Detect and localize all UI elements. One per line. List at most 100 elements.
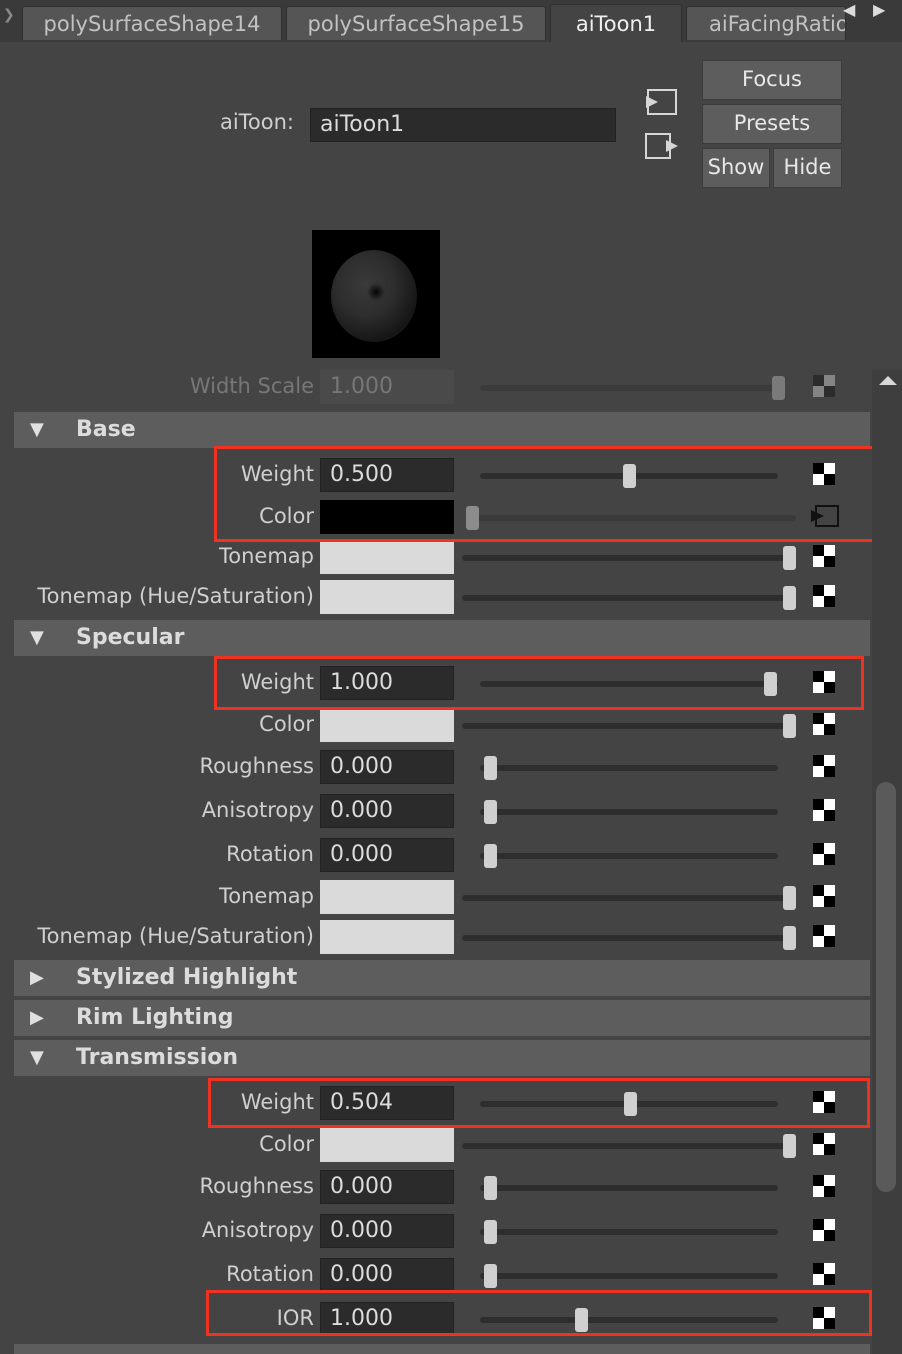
scroll-up-arrow-icon[interactable] xyxy=(879,376,897,385)
section-transmission[interactable]: ▼ Transmission xyxy=(14,1040,870,1076)
trans-color-map-icon[interactable] xyxy=(813,1133,835,1155)
expand-down-icon[interactable]: ▼ xyxy=(30,1040,44,1076)
spec-tonemap-swatch[interactable] xyxy=(320,880,454,914)
material-swatch-preview[interactable] xyxy=(312,230,440,358)
output-connections-icon[interactable] xyxy=(644,130,678,162)
section-next-partial[interactable]: ▶ xyxy=(14,1344,870,1354)
trans-color-row: Color xyxy=(0,1124,870,1164)
trans-roughness-map-icon[interactable] xyxy=(813,1175,835,1197)
trans-roughness-slider-track[interactable] xyxy=(480,1185,778,1191)
trans-anisotropy-slider-track[interactable] xyxy=(480,1229,778,1235)
base-tonemap-slider-handle[interactable] xyxy=(783,546,796,570)
trans-rotation-slider-handle[interactable] xyxy=(484,1264,497,1288)
trans-anisotropy-field[interactable]: 0.000 xyxy=(320,1214,454,1248)
base-tonemap-label: Tonemap xyxy=(219,544,314,568)
base-tonemap-swatch[interactable] xyxy=(320,540,454,574)
base-tonemap-map-icon[interactable] xyxy=(813,545,835,567)
hide-button[interactable]: Hide xyxy=(773,148,842,188)
trans-rotation-field[interactable]: 0.000 xyxy=(320,1258,454,1292)
highlight-trans-weight xyxy=(208,1078,870,1128)
section-stylized-highlight[interactable]: ▶ Stylized Highlight xyxy=(14,960,870,996)
base-tonemap-hs-slider-track[interactable] xyxy=(462,595,796,601)
spec-anisotropy-slider-track[interactable] xyxy=(480,809,778,815)
trans-anisotropy-label: Anisotropy xyxy=(201,1218,314,1242)
trans-roughness-row: Roughness 0.000 xyxy=(0,1166,870,1206)
trans-anisotropy-row: Anisotropy 0.000 xyxy=(0,1210,870,1250)
trans-roughness-field[interactable]: 0.000 xyxy=(320,1170,454,1204)
spec-roughness-field[interactable]: 0.000 xyxy=(320,750,454,784)
spec-tonemap-hs-slider-handle[interactable] xyxy=(783,926,796,950)
width-scale-map-icon[interactable] xyxy=(813,375,835,397)
section-base[interactable]: ▼ Base xyxy=(14,412,870,448)
tab-aitoon1[interactable]: aiToon1 xyxy=(550,4,682,42)
tab-aifacingratio[interactable]: aiFacingRatio xyxy=(686,6,846,40)
expand-right-icon[interactable]: ▶ xyxy=(30,1000,44,1036)
spec-color-map-icon[interactable] xyxy=(813,713,835,735)
trans-color-slider-handle[interactable] xyxy=(783,1134,796,1158)
trans-color-swatch[interactable] xyxy=(320,1128,454,1162)
node-name-field[interactable]: aiToon1 xyxy=(310,108,616,142)
vertical-scrollbar[interactable] xyxy=(872,370,902,1354)
presets-button[interactable]: Presets xyxy=(702,104,842,144)
base-tonemap-hs-slider-handle[interactable] xyxy=(783,586,796,610)
spec-tonemap-hs-slider-track[interactable] xyxy=(462,935,796,941)
spec-roughness-slider-track[interactable] xyxy=(480,765,778,771)
expand-down-icon[interactable]: ▼ xyxy=(30,620,44,656)
sphere-preview-image xyxy=(331,250,417,342)
spec-rotation-slider-handle[interactable] xyxy=(484,844,497,868)
base-tonemap-hs-map-icon[interactable] xyxy=(813,585,835,607)
trans-rotation-label: Rotation xyxy=(226,1262,314,1286)
trans-roughness-label: Roughness xyxy=(199,1174,314,1198)
spec-rotation-field[interactable]: 0.000 xyxy=(320,838,454,872)
spec-color-slider-handle[interactable] xyxy=(783,714,796,738)
spec-rotation-map-icon[interactable] xyxy=(813,843,835,865)
input-connections-icon[interactable] xyxy=(644,86,678,118)
expand-right-icon[interactable]: ▶ xyxy=(30,1344,44,1354)
trans-rotation-row: Rotation 0.000 xyxy=(0,1254,870,1294)
tab-polysurfaceshape14[interactable]: polySurfaceShape14 xyxy=(22,6,282,40)
section-base-title: Base xyxy=(76,417,136,442)
trans-roughness-slider-handle[interactable] xyxy=(484,1176,497,1200)
show-button[interactable]: Show xyxy=(702,148,770,188)
section-rim-lighting[interactable]: ▶ Rim Lighting xyxy=(14,1000,870,1036)
width-scale-slider-handle[interactable] xyxy=(772,376,785,400)
scrollbar-thumb[interactable] xyxy=(876,782,896,1192)
triangle-right-icon[interactable]: ▶ xyxy=(873,2,885,18)
spec-anisotropy-slider-handle[interactable] xyxy=(484,800,497,824)
expand-right-icon[interactable]: ▶ xyxy=(30,960,44,996)
tab-scroll-left-icon[interactable]: ❯ xyxy=(3,8,15,22)
trans-anisotropy-slider-handle[interactable] xyxy=(484,1220,497,1244)
base-tonemap-row: Tonemap xyxy=(0,536,870,576)
spec-tonemap-slider-track[interactable] xyxy=(462,895,796,901)
triangle-left-icon[interactable]: ◀ xyxy=(843,2,855,18)
spec-tonemap-label: Tonemap xyxy=(219,884,314,908)
spec-tonemap-map-icon[interactable] xyxy=(813,885,835,907)
trans-color-slider-track[interactable] xyxy=(462,1143,796,1149)
spec-tonemap-hs-swatch[interactable] xyxy=(320,920,454,954)
trans-rotation-slider-track[interactable] xyxy=(480,1273,778,1279)
spec-color-slider-track[interactable] xyxy=(462,723,796,729)
width-scale-field[interactable]: 1.000 xyxy=(320,370,454,404)
width-scale-row: Width Scale 1.000 xyxy=(0,370,870,406)
spec-roughness-slider-handle[interactable] xyxy=(484,756,497,780)
trans-anisotropy-map-icon[interactable] xyxy=(813,1219,835,1241)
spec-roughness-map-icon[interactable] xyxy=(813,755,835,777)
focus-button[interactable]: Focus xyxy=(702,60,842,100)
section-specular[interactable]: ▼ Specular xyxy=(14,620,870,656)
spec-rotation-slider-track[interactable] xyxy=(480,853,778,859)
base-tonemap-hs-swatch[interactable] xyxy=(320,580,454,614)
attribute-editor-scroll-area[interactable]: Width Scale 1.000 ▼ Base Weight 0.500 Co… xyxy=(0,370,902,1354)
section-stylized-highlight-title: Stylized Highlight xyxy=(76,965,298,990)
spec-color-swatch[interactable] xyxy=(320,708,454,742)
trans-rotation-map-icon[interactable] xyxy=(813,1263,835,1285)
spec-rotation-row: Rotation 0.000 xyxy=(0,834,870,874)
spec-anisotropy-map-icon[interactable] xyxy=(813,799,835,821)
spec-tonemap-slider-handle[interactable] xyxy=(783,886,796,910)
spec-tonemap-hs-map-icon[interactable] xyxy=(813,925,835,947)
expand-down-icon[interactable]: ▼ xyxy=(30,412,44,448)
spec-anisotropy-field[interactable]: 0.000 xyxy=(320,794,454,828)
width-scale-slider-track[interactable] xyxy=(480,385,778,391)
tab-polysurfaceshape15[interactable]: polySurfaceShape15 xyxy=(286,6,546,40)
spec-rotation-label: Rotation xyxy=(226,842,314,866)
base-tonemap-slider-track[interactable] xyxy=(462,555,796,561)
